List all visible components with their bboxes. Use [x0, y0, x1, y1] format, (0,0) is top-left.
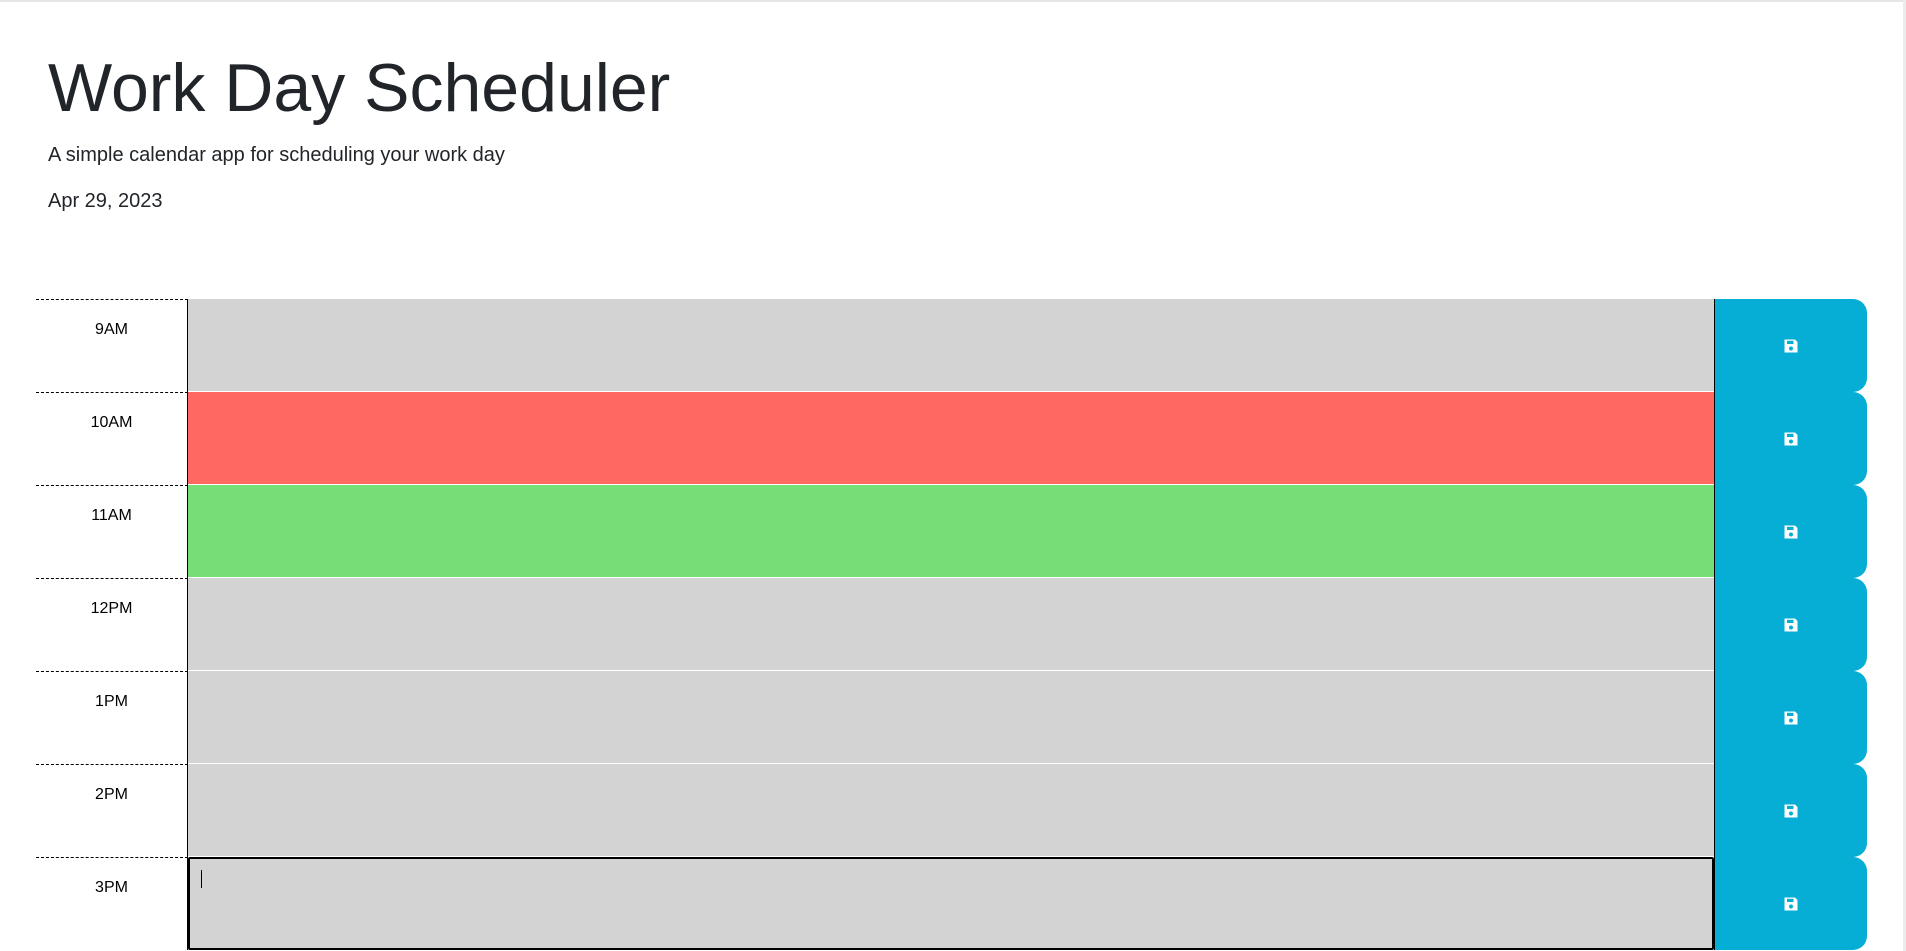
save-button[interactable] — [1714, 578, 1867, 671]
save-button[interactable] — [1714, 392, 1867, 485]
save-button[interactable] — [1714, 299, 1867, 392]
jumbotron-header: Work Day Scheduler A simple calendar app… — [48, 40, 670, 215]
event-description-input[interactable] — [188, 578, 1714, 671]
save-button[interactable] — [1714, 764, 1867, 857]
time-block-9am: 9AM — [36, 299, 1867, 392]
floppy-disk-icon — [1784, 618, 1798, 631]
event-description-input[interactable] — [188, 485, 1714, 578]
floppy-disk-icon — [1784, 432, 1798, 445]
floppy-disk-icon — [1784, 711, 1798, 724]
page-title: Work Day Scheduler — [48, 50, 671, 126]
time-block-12pm: 12PM — [36, 578, 1867, 671]
hour-label: 1PM — [36, 671, 188, 764]
hour-label: 2PM — [36, 764, 188, 857]
event-description-input[interactable] — [188, 857, 1714, 950]
time-block-3pm: 3PM — [36, 857, 1867, 950]
event-description-input[interactable] — [188, 299, 1714, 392]
time-block-10am: 10AM — [36, 392, 1867, 485]
floppy-disk-icon — [1784, 804, 1798, 817]
time-block-11am: 11AM — [36, 485, 1867, 578]
hour-label: 3PM — [36, 857, 188, 950]
floppy-disk-icon — [1784, 897, 1798, 910]
save-button[interactable] — [1714, 485, 1867, 578]
time-block-1pm: 1PM — [36, 671, 1867, 764]
hour-label: 11AM — [36, 485, 188, 578]
time-block-2pm: 2PM — [36, 764, 1867, 857]
floppy-disk-icon — [1784, 339, 1798, 352]
event-description-input[interactable] — [188, 392, 1714, 485]
current-day: Apr 29, 2023 — [48, 190, 163, 212]
save-button[interactable] — [1714, 671, 1867, 764]
hour-label: 9AM — [36, 299, 188, 392]
event-description-input[interactable] — [188, 671, 1714, 764]
hour-label: 12PM — [36, 578, 188, 671]
floppy-disk-icon — [1784, 525, 1798, 538]
timeblocks-container: 9AM 10AM 11AM 12PM 1PM 2PM 3PM — [36, 299, 1867, 950]
page: Work Day Scheduler A simple calendar app… — [0, 0, 1906, 951]
hour-label: 10AM — [36, 392, 188, 485]
save-button[interactable] — [1714, 857, 1867, 950]
text-cursor — [201, 870, 202, 888]
page-lead: A simple calendar app for scheduling you… — [48, 144, 505, 166]
event-description-input[interactable] — [188, 764, 1714, 857]
top-border — [0, 0, 1906, 2]
